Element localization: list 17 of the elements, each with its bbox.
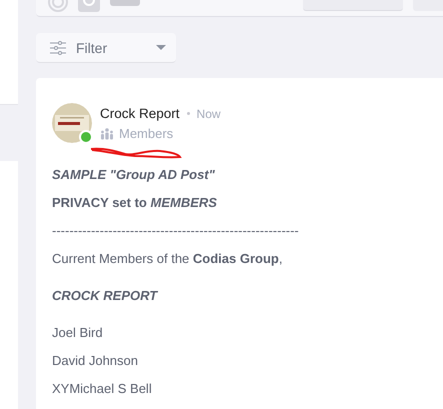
avatar[interactable] [52,103,92,143]
post-paragraph: XYMichael S Bell [52,381,153,397]
post-paragraph: SAMPLE "Group AD Post" [52,167,216,183]
audience-label: Members [119,126,174,141]
author-name[interactable]: Crock Report [100,106,180,121]
sliders-icon [50,40,66,54]
separator-dot [186,112,190,115]
post-paragraph: CROCK REPORT [52,288,159,304]
post-paragraph: Joel Bird [52,325,104,341]
post-time: Now [196,106,221,120]
post-paragraph: PRIVACY set to MEMBERS [52,195,218,211]
caret-icon [156,45,166,50]
filter-dropdown[interactable]: Filter [36,33,176,63]
post-paragraph: --------------------------------------------------------- [52,223,300,239]
people-icon [100,128,114,140]
post-paragraph: David Johnson [52,353,139,369]
post-paragraph: Current Members of the Codias Group, [52,251,284,267]
